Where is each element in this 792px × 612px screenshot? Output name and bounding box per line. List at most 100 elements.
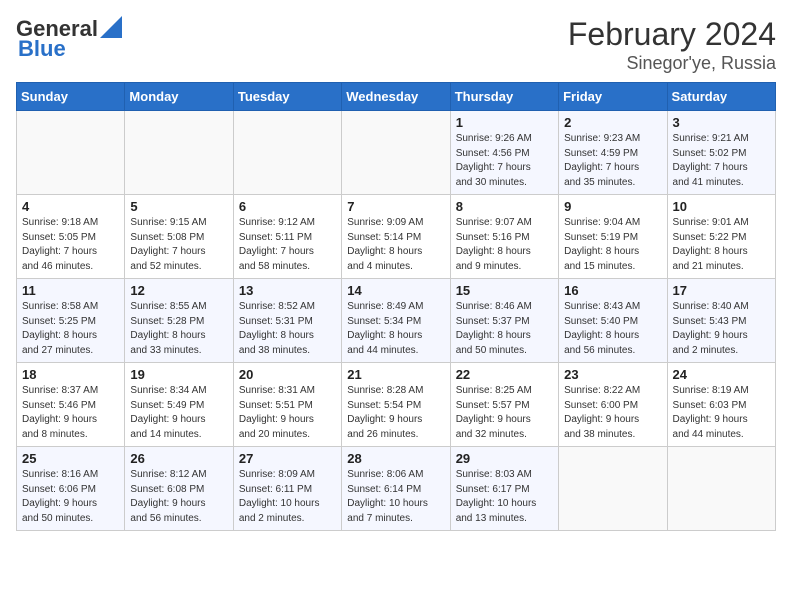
day-number: 10	[673, 199, 770, 214]
day-info: Sunrise: 8:46 AMSunset: 5:37 PMDaylight:…	[456, 300, 553, 358]
day-number: 22	[456, 367, 553, 382]
day-cell	[667, 447, 775, 531]
week-row-2: 4 Sunrise: 9:18 AMSunset: 5:05 PMDaylight…	[17, 195, 776, 279]
day-cell: 6 Sunrise: 9:12 AMSunset: 5:11 PMDaylight…	[233, 195, 341, 279]
day-number: 15	[456, 283, 553, 298]
day-cell: 12 Sunrise: 8:55 AMSunset: 5:28 PMDayligh…	[125, 279, 233, 363]
day-cell: 4 Sunrise: 9:18 AMSunset: 5:05 PMDaylight…	[17, 195, 125, 279]
day-number: 20	[239, 367, 336, 382]
day-number: 1	[456, 115, 553, 130]
day-cell: 27Sunrise: 8:09 AMSunset: 6:11 PMDayligh…	[233, 447, 341, 531]
weekday-sunday: Sunday	[17, 83, 125, 111]
day-info: Sunrise: 9:09 AMSunset: 5:14 PMDaylight:…	[347, 216, 444, 274]
day-info: Sunrise: 8:22 AMSunset: 6:00 PMDaylight:…	[564, 384, 661, 442]
day-cell: 25Sunrise: 8:16 AMSunset: 6:06 PMDayligh…	[17, 447, 125, 531]
day-number: 9	[564, 199, 661, 214]
calendar-table: SundayMondayTuesdayWednesdayThursdayFrid…	[16, 82, 776, 531]
day-number: 8	[456, 199, 553, 214]
day-info: Sunrise: 8:55 AMSunset: 5:28 PMDaylight:…	[130, 300, 227, 358]
day-cell: 3 Sunrise: 9:21 AMSunset: 5:02 PMDaylight…	[667, 111, 775, 195]
day-info: Sunrise: 9:04 AMSunset: 5:19 PMDaylight:…	[564, 216, 661, 274]
day-info: Sunrise: 8:37 AMSunset: 5:46 PMDaylight:…	[22, 384, 119, 442]
day-cell: 9 Sunrise: 9:04 AMSunset: 5:19 PMDaylight…	[559, 195, 667, 279]
day-info: Sunrise: 9:23 AMSunset: 4:59 PMDaylight:…	[564, 132, 661, 190]
day-info: Sunrise: 8:52 AMSunset: 5:31 PMDaylight:…	[239, 300, 336, 358]
day-cell: 16 Sunrise: 8:43 AMSunset: 5:40 PMDayligh…	[559, 279, 667, 363]
day-info: Sunrise: 8:31 AMSunset: 5:51 PMDaylight:…	[239, 384, 336, 442]
week-row-1: 1 Sunrise: 9:26 AMSunset: 4:56 PMDaylight…	[17, 111, 776, 195]
day-info: Sunrise: 9:12 AMSunset: 5:11 PMDaylight:…	[239, 216, 336, 274]
weekday-friday: Friday	[559, 83, 667, 111]
day-info: Sunrise: 8:12 AMSunset: 6:08 PMDaylight:…	[130, 468, 227, 526]
day-cell: 8 Sunrise: 9:07 AMSunset: 5:16 PMDaylight…	[450, 195, 558, 279]
day-info: Sunrise: 9:26 AMSunset: 4:56 PMDaylight:…	[456, 132, 553, 190]
day-number: 24	[673, 367, 770, 382]
day-cell: 2 Sunrise: 9:23 AMSunset: 4:59 PMDaylight…	[559, 111, 667, 195]
day-number: 17	[673, 283, 770, 298]
weekday-thursday: Thursday	[450, 83, 558, 111]
day-number: 18	[22, 367, 119, 382]
day-number: 6	[239, 199, 336, 214]
logo-blue: Blue	[18, 36, 66, 62]
day-cell: 21 Sunrise: 8:28 AMSunset: 5:54 PMDayligh…	[342, 363, 450, 447]
day-cell: 18 Sunrise: 8:37 AMSunset: 5:46 PMDayligh…	[17, 363, 125, 447]
day-info: Sunrise: 8:28 AMSunset: 5:54 PMDaylight:…	[347, 384, 444, 442]
logo-icon	[100, 16, 122, 38]
day-cell: 11 Sunrise: 8:58 AMSunset: 5:25 PMDayligh…	[17, 279, 125, 363]
day-info: Sunrise: 8:43 AMSunset: 5:40 PMDaylight:…	[564, 300, 661, 358]
day-cell	[233, 111, 341, 195]
weekday-monday: Monday	[125, 83, 233, 111]
day-cell: 7 Sunrise: 9:09 AMSunset: 5:14 PMDaylight…	[342, 195, 450, 279]
day-cell	[342, 111, 450, 195]
day-cell: 17 Sunrise: 8:40 AMSunset: 5:43 PMDayligh…	[667, 279, 775, 363]
day-number: 13	[239, 283, 336, 298]
weekday-header-row: SundayMondayTuesdayWednesdayThursdayFrid…	[17, 83, 776, 111]
day-number: 19	[130, 367, 227, 382]
weekday-tuesday: Tuesday	[233, 83, 341, 111]
weekday-wednesday: Wednesday	[342, 83, 450, 111]
day-cell: 19 Sunrise: 8:34 AMSunset: 5:49 PMDayligh…	[125, 363, 233, 447]
day-cell: 10 Sunrise: 9:01 AMSunset: 5:22 PMDayligh…	[667, 195, 775, 279]
day-cell: 5Sunrise: 9:15 AMSunset: 5:08 PMDaylight…	[125, 195, 233, 279]
day-number: 16	[564, 283, 661, 298]
day-info: Sunrise: 9:21 AMSunset: 5:02 PMDaylight:…	[673, 132, 770, 190]
weekday-saturday: Saturday	[667, 83, 775, 111]
day-info: Sunrise: 8:09 AMSunset: 6:11 PMDaylight:…	[239, 468, 336, 526]
day-number: 4	[22, 199, 119, 214]
day-cell: 26Sunrise: 8:12 AMSunset: 6:08 PMDayligh…	[125, 447, 233, 531]
day-cell: 14Sunrise: 8:49 AMSunset: 5:34 PMDayligh…	[342, 279, 450, 363]
day-number: 23	[564, 367, 661, 382]
day-info: Sunrise: 9:18 AMSunset: 5:05 PMDaylight:…	[22, 216, 119, 274]
day-info: Sunrise: 8:40 AMSunset: 5:43 PMDaylight:…	[673, 300, 770, 358]
day-cell: 22Sunrise: 8:25 AMSunset: 5:57 PMDayligh…	[450, 363, 558, 447]
day-number: 5	[130, 199, 227, 214]
day-info: Sunrise: 8:58 AMSunset: 5:25 PMDaylight:…	[22, 300, 119, 358]
calendar-subtitle: Sinegor'ye, Russia	[568, 53, 776, 74]
day-number: 2	[564, 115, 661, 130]
day-info: Sunrise: 9:07 AMSunset: 5:16 PMDaylight:…	[456, 216, 553, 274]
day-number: 12	[130, 283, 227, 298]
day-info: Sunrise: 8:34 AMSunset: 5:49 PMDaylight:…	[130, 384, 227, 442]
day-number: 7	[347, 199, 444, 214]
day-cell	[125, 111, 233, 195]
week-row-5: 25Sunrise: 8:16 AMSunset: 6:06 PMDayligh…	[17, 447, 776, 531]
day-cell: 1 Sunrise: 9:26 AMSunset: 4:56 PMDaylight…	[450, 111, 558, 195]
day-number: 21	[347, 367, 444, 382]
week-row-4: 18 Sunrise: 8:37 AMSunset: 5:46 PMDayligh…	[17, 363, 776, 447]
day-cell: 15 Sunrise: 8:46 AMSunset: 5:37 PMDayligh…	[450, 279, 558, 363]
day-info: Sunrise: 9:01 AMSunset: 5:22 PMDaylight:…	[673, 216, 770, 274]
page-header: General Blue February 2024 Sinegor'ye, R…	[16, 16, 776, 74]
title-area: February 2024 Sinegor'ye, Russia	[568, 16, 776, 74]
day-info: Sunrise: 8:19 AMSunset: 6:03 PMDaylight:…	[673, 384, 770, 442]
day-number: 11	[22, 283, 119, 298]
day-number: 25	[22, 451, 119, 466]
day-cell: 20 Sunrise: 8:31 AMSunset: 5:51 PMDayligh…	[233, 363, 341, 447]
day-cell: 23 Sunrise: 8:22 AMSunset: 6:00 PMDayligh…	[559, 363, 667, 447]
day-cell	[17, 111, 125, 195]
day-number: 14	[347, 283, 444, 298]
day-number: 3	[673, 115, 770, 130]
day-number: 29	[456, 451, 553, 466]
day-cell: 13 Sunrise: 8:52 AMSunset: 5:31 PMDayligh…	[233, 279, 341, 363]
day-cell: 29Sunrise: 8:03 AMSunset: 6:17 PMDayligh…	[450, 447, 558, 531]
day-cell: 24 Sunrise: 8:19 AMSunset: 6:03 PMDayligh…	[667, 363, 775, 447]
